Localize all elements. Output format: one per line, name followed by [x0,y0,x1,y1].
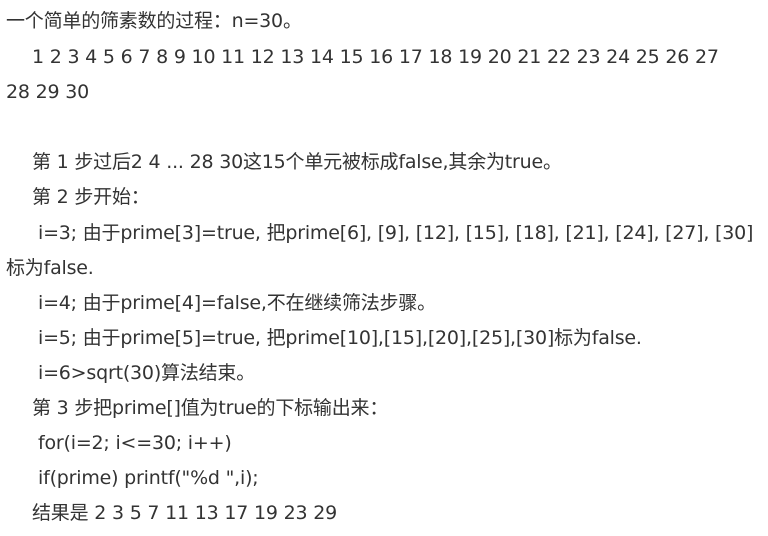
step-i4-text: i=4; 由于prime[4]=false,不在继续筛法步骤。 [38,292,436,314]
step-1-text: 第 1 步过后2 4 ... 28 30这15个单元被标成false,其余为tr… [32,151,562,173]
code-printf: if(prime) printf("%d ",i); [38,467,259,489]
step-i3-text: i=3; 由于prime[3]=true, 把prime[6], [9], [1… [38,222,754,244]
code-for-loop: for(i=2; i<=30; i++) [38,432,232,454]
intro-heading: 一个简单的筛素数的过程：n=30。 [6,10,302,32]
result-text: 结果是 2 3 5 7 11 13 17 19 23 29 [32,502,338,524]
step-i5-text: i=5; 由于prime[5]=true, 把prime[10],[15],[2… [38,327,642,349]
step-i6-text: i=6>sqrt(30)算法结束。 [38,362,256,384]
step-i3-text-end: 标为false. [6,257,94,279]
article-body: 一个简单的筛素数的过程：n=30。 1 2 3 4 5 6 7 8 9 10 1… [0,0,768,536]
step-2-heading: 第 2 步开始： [32,186,150,208]
step-3-heading: 第 3 步把prime[]值为true的下标输出来： [32,397,389,419]
number-sequence: 1 2 3 4 5 6 7 8 9 10 11 12 13 14 15 16 1… [32,46,719,68]
number-sequence-end: 28 29 30 [6,81,90,103]
